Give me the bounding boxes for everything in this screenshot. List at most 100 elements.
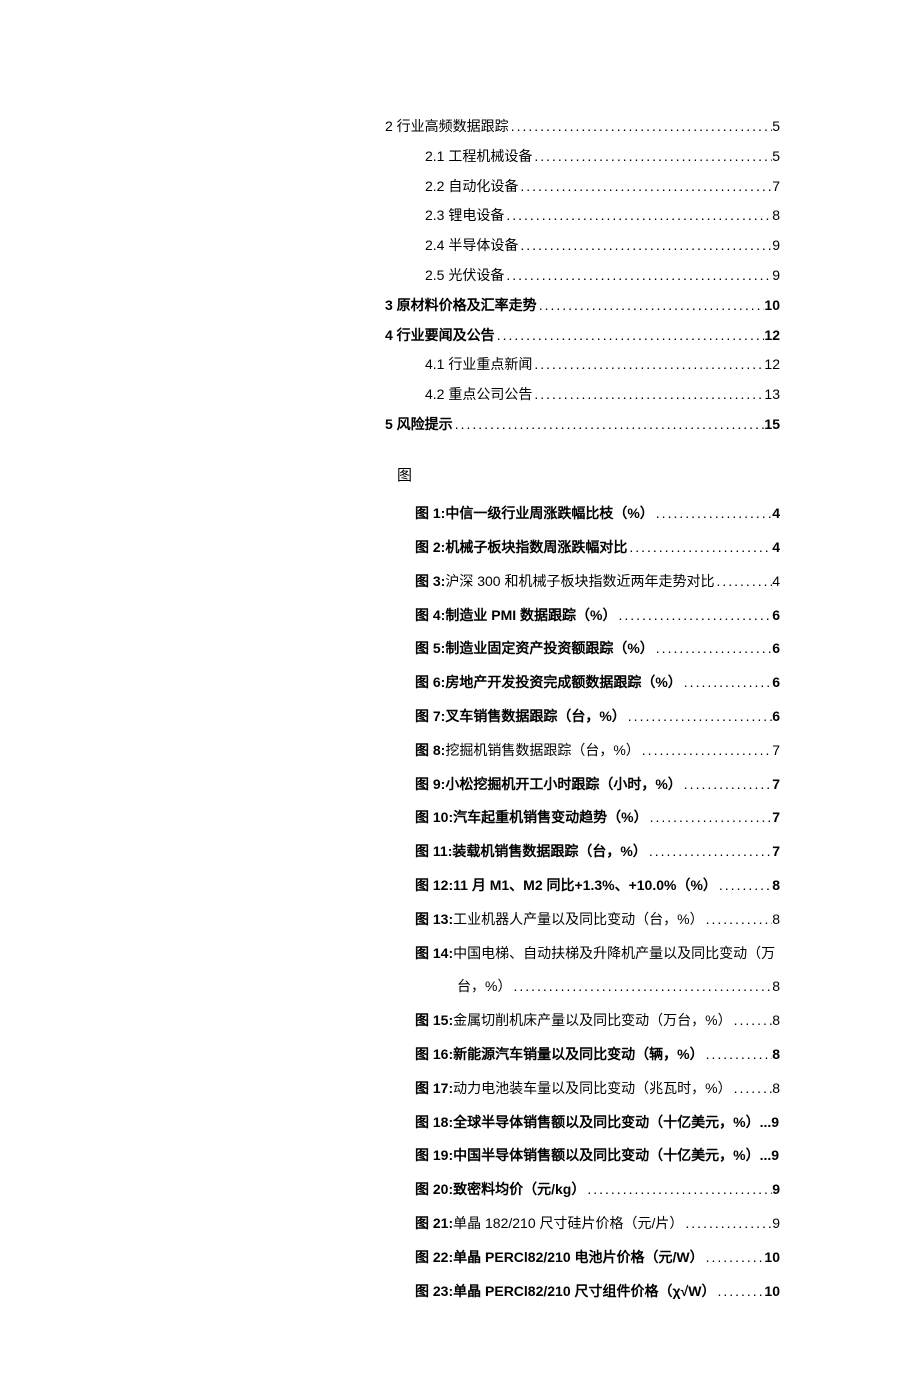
figure-prefix: 图 5: (415, 637, 445, 661)
figure-title: 房地产开发投资完成额数据跟踪（%） (445, 671, 681, 695)
figure-prefix: 图 9: (415, 773, 445, 797)
figure-prefix: 图 14: (415, 942, 453, 966)
figure-title: 单晶 182/210 尺寸硅片价格（元/片） (453, 1212, 683, 1236)
toc-dots (616, 604, 772, 628)
figure-prefix: 图 11: (415, 840, 452, 864)
toc-label: 4 行业要闻及公告 (385, 324, 495, 348)
toc-dots (648, 806, 773, 830)
figure-row: 图 12:11 月 M1、M2 同比+1.3%、+10.0%（%）8 (385, 874, 780, 898)
figure-prefix: 图 22: (415, 1246, 453, 1270)
toc-label: 2.1 工程机械设备 (425, 145, 532, 169)
figure-title: 中国电梯、自动扶梯及升降机产量以及同比变动（万 (453, 942, 775, 966)
toc-dots (532, 145, 772, 169)
figure-title: 制造业 PMI 数据跟踪（%） (445, 604, 616, 628)
toc-row: 2.3 锂电设备8 (385, 204, 780, 228)
toc-dots (532, 353, 764, 377)
toc-row: 2.2 自动化设备 7 (385, 175, 780, 199)
figure-page: 7 (772, 806, 780, 830)
toc-row: 2.1 工程机械设备 5 (385, 145, 780, 169)
toc-dots (511, 975, 772, 999)
toc-dots (627, 536, 772, 560)
toc-page: 5 (772, 145, 780, 169)
toc-dots (732, 1009, 773, 1033)
figure-row: 图 5:制造业固定资产投资额跟踪（%）6 (385, 637, 780, 661)
figure-page: 8 (772, 1077, 780, 1101)
toc-dots (585, 1178, 772, 1202)
toc-dots (717, 874, 772, 898)
figure-row: 图 14:中国电梯、自动扶梯及升降机产量以及同比变动（万 (385, 942, 780, 966)
figure-row: 图 23:单晶 PERCl82/210 尺寸组件价格（χ√W）10 (385, 1280, 780, 1304)
toc-label: 3 原材料价格及汇率走势 (385, 294, 537, 318)
toc-label: 2.3 锂电设备 (425, 204, 504, 228)
toc-label: 2 行业高频数据跟踪 (385, 115, 509, 139)
toc-dots (704, 1043, 773, 1067)
toc-dots (715, 1280, 764, 1304)
toc-page: 10 (764, 294, 780, 318)
figure-page: ...9 (760, 1111, 779, 1135)
figure-row: 图 8:挖掘机销售数据跟踪（台，%）7 (385, 739, 780, 763)
toc-label: 4.2 重点公司公告 (425, 383, 532, 407)
figure-row: 图 15:金属切削机床产量以及同比变动（万台，%）8 (385, 1009, 780, 1033)
toc-dots (682, 671, 772, 695)
toc-row: 2.5 光伏设备 9 (385, 264, 780, 288)
toc-dots (704, 1246, 765, 1270)
toc-row: 4 行业要闻及公告12 (385, 324, 780, 348)
figure-prefix: 图 18: (415, 1111, 453, 1135)
toc-row: 5 风险提示15 (385, 413, 780, 437)
toc-page: 9 (772, 234, 780, 258)
toc-dots (518, 234, 772, 258)
figure-page: 8 (772, 975, 780, 999)
toc-page: 9 (772, 264, 780, 288)
figures-heading: 图 (397, 463, 780, 489)
toc-dots (654, 502, 772, 526)
figure-prefix: 图 8: (415, 739, 445, 763)
page-container: 2 行业高频数据跟踪5 2.1 工程机械设备 5 2.2 自动化设备 7 2.3 锂电设备… (0, 0, 920, 1373)
toc-dots (504, 204, 772, 228)
figure-prefix: 图 4: (415, 604, 445, 628)
figure-row: 图 6:房地产开发投资完成额数据跟踪（%）6 (385, 671, 780, 695)
figure-page: 9 (772, 1212, 780, 1236)
toc-dots (654, 637, 772, 661)
toc-page: 7 (772, 175, 780, 199)
toc-label: 2.5 光伏设备 (425, 264, 504, 288)
figure-prefix: 图 23: (415, 1280, 453, 1304)
figure-prefix: 图 3: (415, 570, 445, 594)
figure-row: 图 9:小松挖掘机开工小时跟踪（小时，%）7 (385, 773, 780, 797)
figure-page: 4 (772, 502, 780, 526)
figure-title: 沪深 300 和机械子板块指数近两年走势对比 (445, 570, 714, 594)
figure-row: 图 20:致密料均价（元/kg）9 (385, 1178, 780, 1202)
figure-prefix: 图 6: (415, 671, 445, 695)
figure-title: 机械子板块指数周涨跌幅对比 (445, 536, 627, 560)
figure-row: 图 21:单晶 182/210 尺寸硅片价格（元/片）9 (385, 1212, 780, 1236)
toc-dots (495, 324, 765, 348)
figure-page: 4 (772, 570, 780, 594)
figure-prefix: 图 20: (415, 1178, 453, 1202)
figure-row-cont: 台，%）8 (385, 975, 780, 999)
toc-row: 2 行业高频数据跟踪5 (385, 115, 780, 139)
figure-prefix: 图 7: (415, 705, 445, 729)
figure-title: 致密料均价（元/kg） (453, 1178, 585, 1202)
figure-prefix: 图 10: (415, 806, 453, 830)
figure-page: 6 (772, 637, 780, 661)
figure-title: 新能源汽车销量以及同比变动（辆，%） (453, 1043, 703, 1067)
toc-page: 15 (764, 413, 780, 437)
toc-label: 2.2 自动化设备 (425, 175, 518, 199)
toc-dots (683, 1212, 772, 1236)
toc-row: 3 原材料价格及汇率走势 10 (385, 294, 780, 318)
toc-dots (640, 739, 772, 763)
figure-page: 10 (764, 1246, 780, 1270)
toc-dots (504, 264, 772, 288)
figure-prefix: 图 12: (415, 874, 453, 898)
figure-prefix: 图 16: (415, 1043, 453, 1067)
figure-prefix: 图 15: (415, 1009, 453, 1033)
figures-list: 图 1:中信一级行业周涨跌幅比枝（%）4图 2:机械子板块指数周涨跌幅对比4图 … (385, 502, 780, 1303)
figure-page: 8 (772, 1009, 780, 1033)
figure-row: 图 10:汽车起重机销售变动趋势（%）7 (385, 806, 780, 830)
toc-row: 4.1 行业重点新闻12 (385, 353, 780, 377)
toc-label: 2.4 半导体设备 (425, 234, 518, 258)
figure-row: 图 1:中信一级行业周涨跌幅比枝（%）4 (385, 502, 780, 526)
toc-dots (509, 115, 773, 139)
toc-dots (704, 908, 773, 932)
figure-row: 图 7:叉车销售数据跟踪（台，%）6 (385, 705, 780, 729)
figure-prefix: 图 1: (415, 502, 445, 526)
